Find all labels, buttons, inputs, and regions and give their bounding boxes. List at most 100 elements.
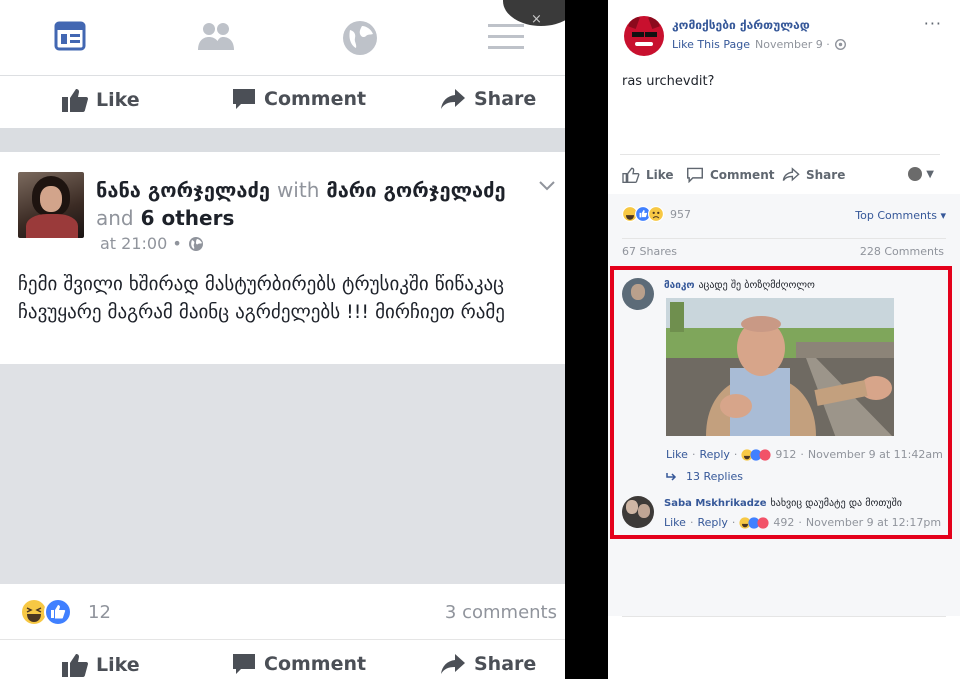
comment-icon xyxy=(687,167,703,183)
reactions-count: 957 xyxy=(670,207,691,221)
news-feed-icon[interactable] xyxy=(54,20,86,56)
sad-reaction-icon xyxy=(648,206,664,222)
previous-post-actions: Like Comment Share xyxy=(0,76,565,128)
post-media-placeholder xyxy=(0,364,565,584)
post-timestamp: at 21:00 • xyxy=(100,234,204,253)
friends-icon[interactable] xyxy=(196,20,236,56)
commenter-avatar[interactable] xyxy=(622,496,654,528)
commenter-name[interactable]: Saba Mskhrikadze xyxy=(664,498,767,509)
share-label: Share xyxy=(806,168,846,182)
post-text: ჩემი შვილი ხშირად მასტურბირებს ტრუსიკში … xyxy=(18,273,505,323)
and-word: and xyxy=(96,206,134,230)
divider xyxy=(622,238,946,239)
reactions-count: 12 xyxy=(88,602,111,623)
like-label: Like xyxy=(96,89,140,111)
comment-2: Saba Mskhrikadze ხახვიც დაუმატე და მოთუში xyxy=(664,498,902,509)
like-button[interactable]: Like xyxy=(62,653,140,677)
share-arrow-icon xyxy=(441,89,465,109)
thumbs-up-icon xyxy=(622,167,640,183)
post-message: ras urchevdit? xyxy=(622,74,715,89)
commenter-name[interactable]: მაიკო xyxy=(664,280,695,291)
thumbs-up-icon xyxy=(62,654,88,677)
like-reaction-icon xyxy=(44,598,72,626)
tagged-name[interactable]: მარი გორჯელაძე xyxy=(326,178,505,202)
like-button[interactable]: Like xyxy=(62,88,140,112)
comment-icon xyxy=(233,654,255,674)
like-this-page-link[interactable]: Like This Page xyxy=(672,38,750,51)
top-navigation: × xyxy=(0,0,565,76)
post-date[interactable]: November 9 · xyxy=(755,38,830,51)
share-label: Share xyxy=(474,653,537,675)
top-comments-dropdown[interactable]: Top Comments ▾ xyxy=(855,209,946,222)
feed-separator xyxy=(0,128,565,152)
post-as-selector[interactable]: ▼ xyxy=(908,167,934,181)
others-link[interactable]: 6 others xyxy=(141,206,235,230)
page-avatar[interactable] xyxy=(624,16,664,56)
share-button[interactable]: Share xyxy=(440,653,536,675)
comment-reaction-count: 492 xyxy=(773,516,795,529)
reactions-summary[interactable]: 957 xyxy=(622,206,691,222)
globe-privacy-icon xyxy=(188,236,203,251)
comment-time[interactable]: November 9 at 11:42am xyxy=(808,448,943,461)
comment-reaction-count: 912 xyxy=(775,448,797,461)
viewer-avatar xyxy=(908,167,923,181)
comment-button[interactable]: Comment xyxy=(232,653,366,675)
desktop-post-screenshot: კომიქსები ქართულად Like This Page Novemb… xyxy=(608,0,960,679)
comment-1-meta: Like · Reply · 912 · November 9 at 11:42… xyxy=(666,448,943,461)
reactions-summary[interactable]: 12 3 comments xyxy=(0,584,565,640)
comment-text: ხახვიც დაუმატე და მოთუში xyxy=(770,498,902,509)
more-options-icon[interactable]: ··· xyxy=(924,14,942,33)
menu-icon[interactable] xyxy=(488,22,524,56)
thumbs-up-icon xyxy=(62,89,88,112)
comment-label: Comment xyxy=(264,653,367,675)
close-icon[interactable]: × xyxy=(531,12,542,27)
post-author-line: ნანა გორჯელაძე with მარი გორჯელაძე and 6… xyxy=(96,176,516,232)
with-word: with xyxy=(276,178,320,202)
comment-text: აცადე შე ბოზღმძღოლო xyxy=(698,280,815,291)
comments-count[interactable]: 3 comments xyxy=(445,602,557,623)
author-name[interactable]: ნანა გორჯელაძე xyxy=(96,178,270,202)
post-actions: Like Comment Share ▼ xyxy=(620,154,940,194)
post-meta: Like This Page November 9 · xyxy=(672,38,846,51)
divider xyxy=(622,616,946,617)
post-actions: Like Comment Share xyxy=(0,641,565,679)
share-arrow-icon xyxy=(782,167,800,182)
like-button[interactable]: Like xyxy=(622,167,674,183)
comment-button[interactable]: Comment xyxy=(232,88,366,110)
comment-time[interactable]: November 9 at 12:17pm xyxy=(806,516,941,529)
chevron-down-icon[interactable] xyxy=(538,176,556,197)
post-time[interactable]: at 21:00 • xyxy=(100,234,182,253)
comments-total[interactable]: 228 Comments xyxy=(860,245,944,258)
comment-button[interactable]: Comment xyxy=(686,167,774,183)
comment-reactions-icon[interactable] xyxy=(741,448,771,461)
like-label: Like xyxy=(96,654,140,676)
highlighted-comments-box: მაიკო აცადე შე ბოზღმძღოლო Like · Reply ·… xyxy=(610,266,952,539)
share-button[interactable]: Share xyxy=(440,88,536,110)
globe-privacy-icon xyxy=(834,39,846,50)
comment-like-link[interactable]: Like xyxy=(664,516,686,529)
comment-like-link[interactable]: Like xyxy=(666,448,688,461)
comment-2-meta: Like · Reply · 492 · November 9 at 12:17… xyxy=(664,516,942,529)
globe-icon[interactable] xyxy=(342,20,378,60)
shares-count[interactable]: 67 Shares xyxy=(622,245,677,258)
caret-down-icon: ▼ xyxy=(926,168,934,180)
comment-reply-link[interactable]: Reply xyxy=(699,448,729,461)
reply-arrow-icon xyxy=(666,472,677,481)
page-name[interactable]: კომიქსები ქართულად xyxy=(672,18,810,32)
view-replies-link[interactable]: 13 Replies xyxy=(666,470,743,483)
comment-label: Comment xyxy=(264,88,367,110)
comment-label: Comment xyxy=(710,168,775,182)
comment-photo[interactable] xyxy=(666,298,894,436)
author-avatar[interactable] xyxy=(18,172,84,238)
comment-reactions-icon[interactable] xyxy=(739,516,769,529)
mobile-post-screenshot: × Like Comment Share ნანა გორჯელაძე with… xyxy=(0,0,565,679)
replies-count: 13 Replies xyxy=(686,470,744,483)
share-label: Share xyxy=(474,88,537,110)
share-arrow-icon xyxy=(441,654,465,674)
share-button[interactable]: Share xyxy=(782,167,845,183)
commenter-avatar[interactable] xyxy=(622,278,654,310)
comment-icon xyxy=(233,89,255,109)
like-label: Like xyxy=(646,168,674,182)
comment-1: მაიკო აცადე შე ბოზღმძღოლო xyxy=(664,280,815,291)
comment-reply-link[interactable]: Reply xyxy=(697,516,727,529)
